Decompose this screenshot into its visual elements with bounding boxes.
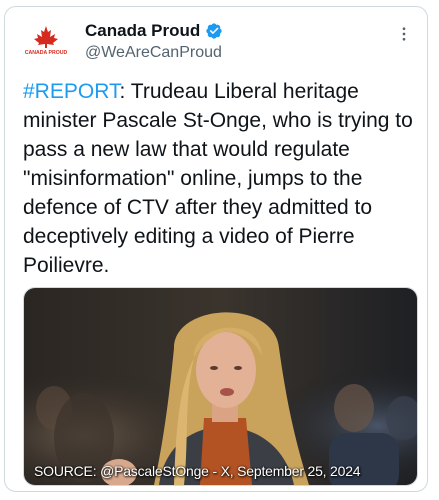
verified-badge-icon: [206, 23, 222, 39]
hashtag-link[interactable]: #REPORT: [23, 80, 119, 103]
author-handle[interactable]: @WeAreCanProud: [85, 44, 222, 62]
author-name-row[interactable]: Canada Proud: [85, 21, 223, 41]
more-options-icon[interactable]: [395, 25, 413, 43]
tweet-media-image[interactable]: SOURCE: @PascaleStOnge - X, September 25…: [23, 287, 418, 486]
tweet-text: #REPORT: Trudeau Liberal heritage minist…: [23, 77, 415, 280]
author-display-name[interactable]: Canada Proud: [85, 21, 200, 41]
tweet-card: CANADA PROUD Canada Proud @WeAreCanProud…: [4, 6, 428, 492]
photo-illustration: [24, 288, 417, 485]
tweet-body: : Trudeau Liberal heritage minister Pasc…: [23, 80, 413, 277]
media-source-caption: SOURCE: @PascaleStOnge - X, September 25…: [34, 463, 361, 479]
canada-proud-logo-icon: CANADA PROUD: [23, 21, 69, 67]
avatar[interactable]: CANADA PROUD: [23, 21, 69, 67]
svg-text:CANADA PROUD: CANADA PROUD: [25, 50, 68, 56]
